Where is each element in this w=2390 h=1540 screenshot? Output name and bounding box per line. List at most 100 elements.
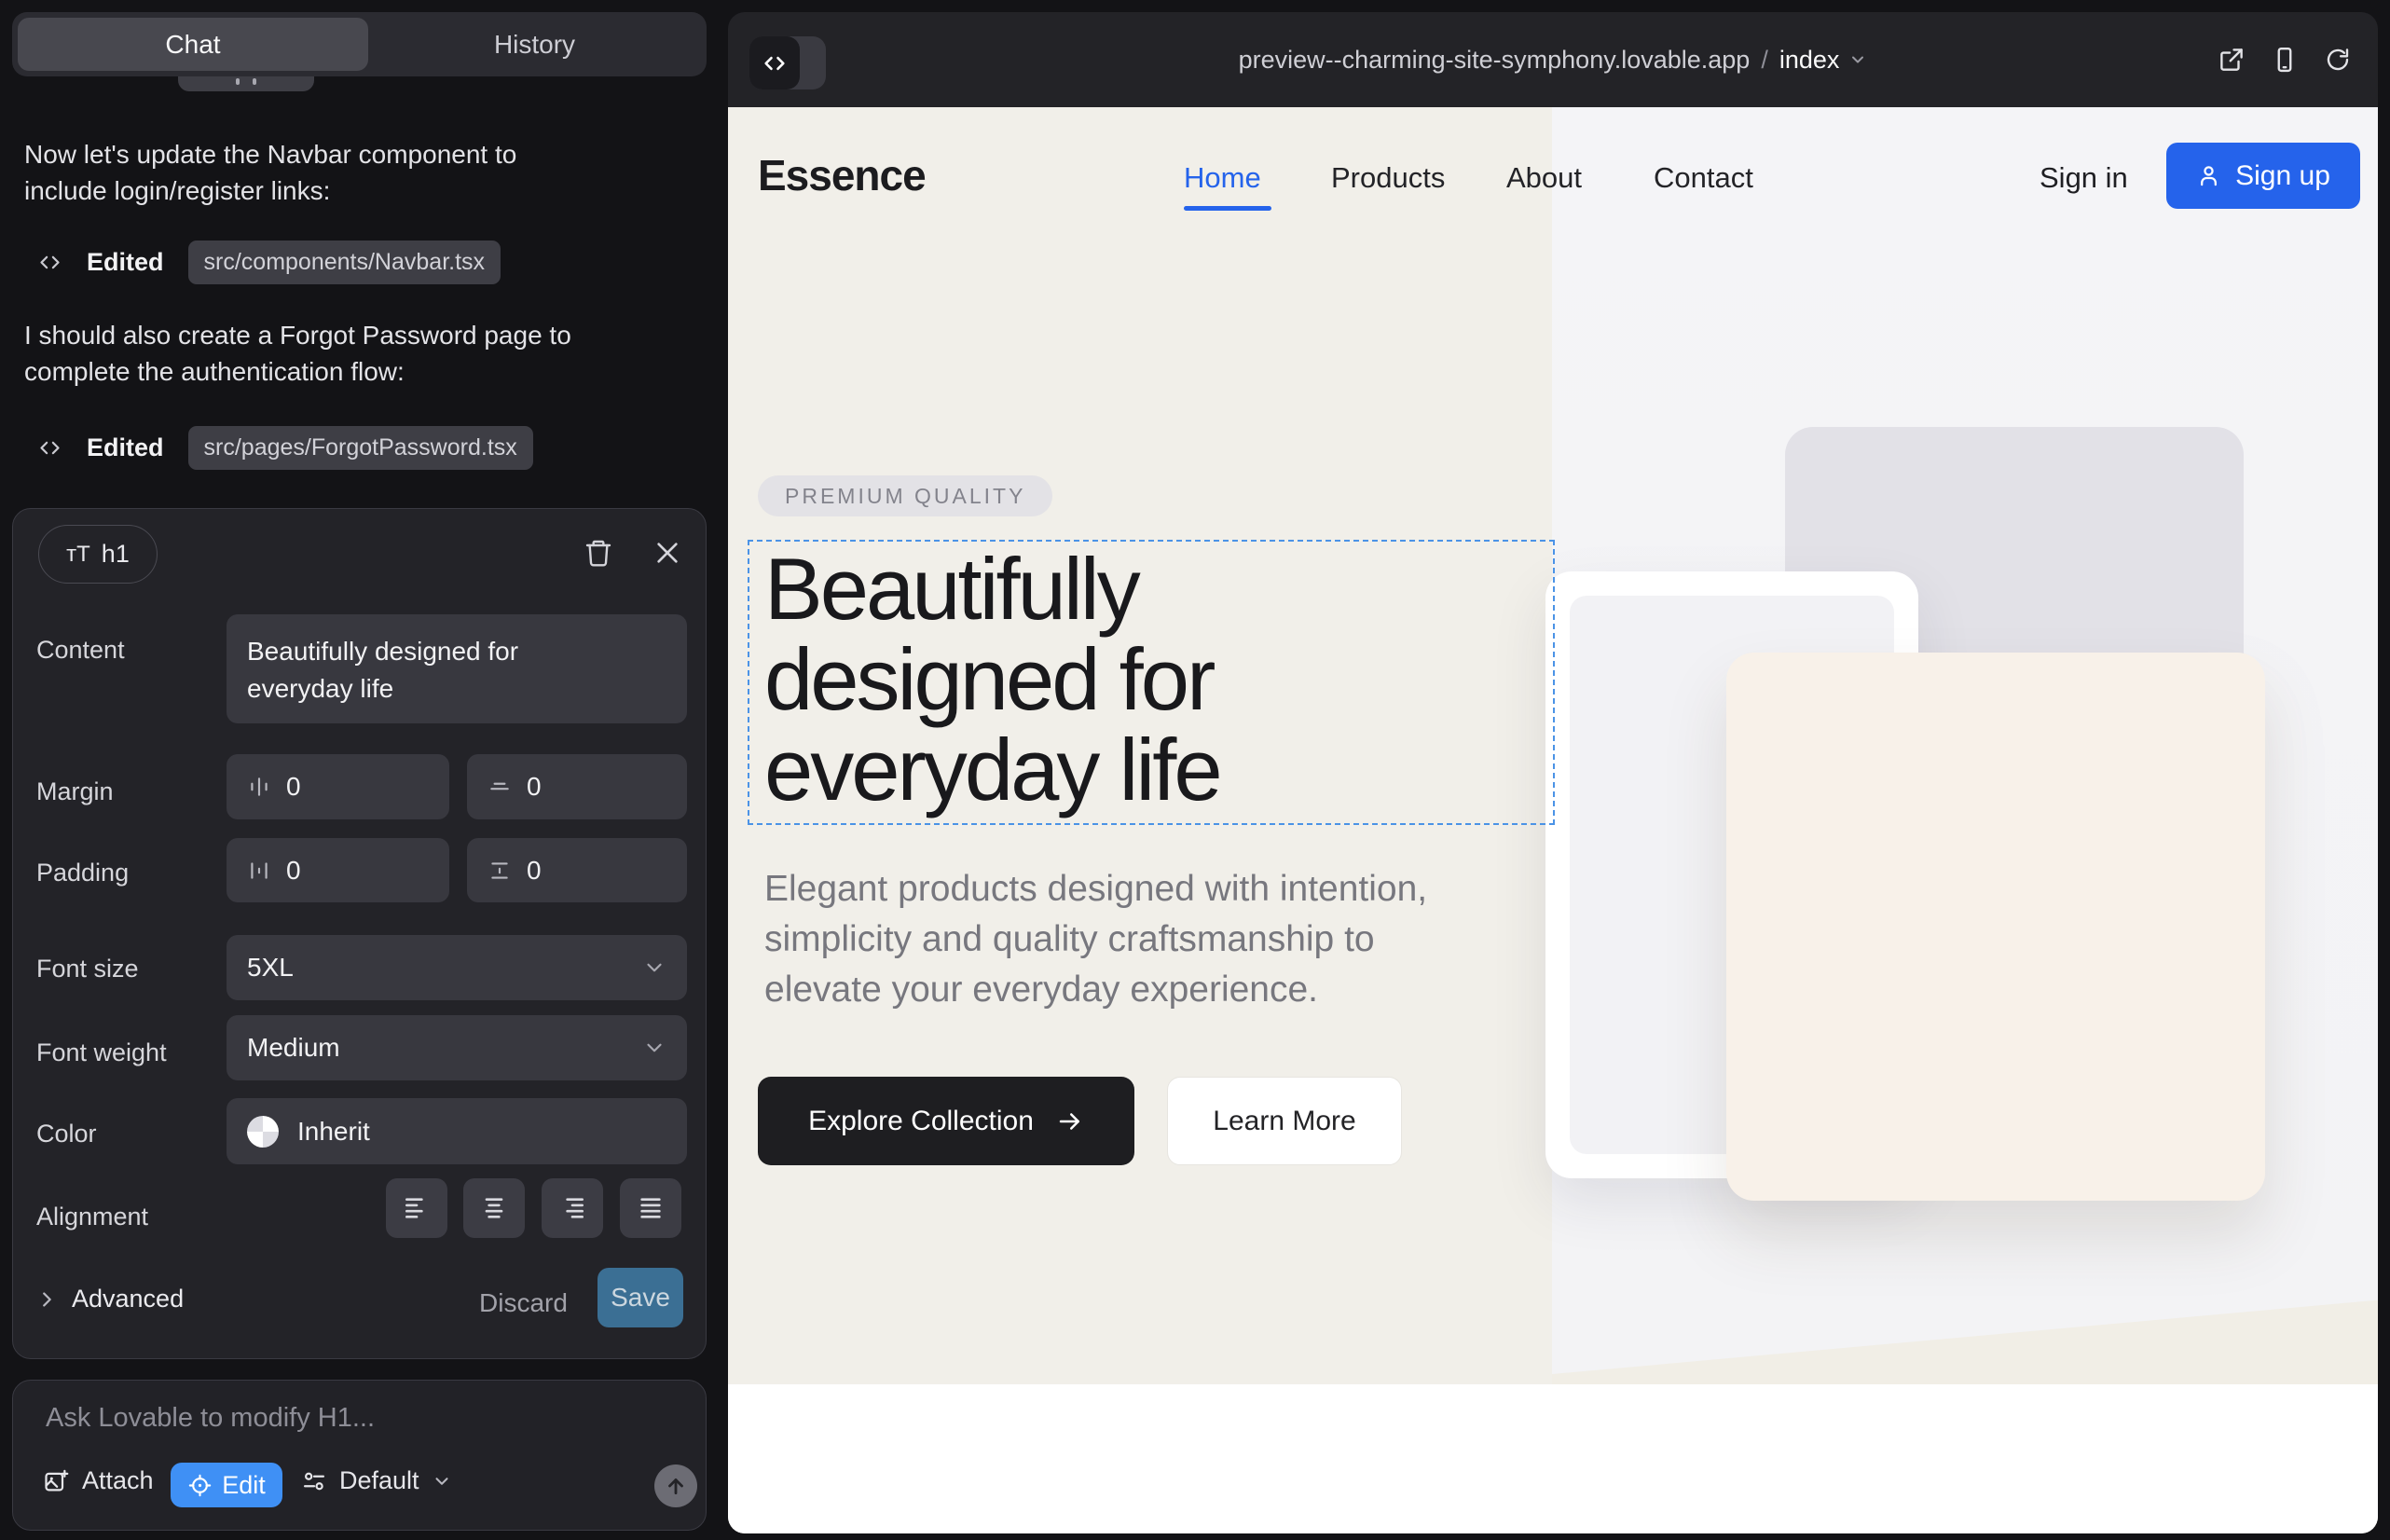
chat-message: I should also create a Forgot Password p…	[24, 317, 692, 390]
alignment-label: Alignment	[36, 1203, 148, 1231]
sign-in-link[interactable]: Sign in	[2040, 161, 2128, 195]
delete-element-button[interactable]	[584, 538, 613, 568]
element-tag-chip[interactable]: ᴛT h1	[38, 525, 158, 584]
preview-titlebar: preview--charming-site-symphony.lovable.…	[728, 12, 2378, 107]
mobile-view-icon[interactable]	[2271, 46, 2299, 74]
save-button[interactable]: Save	[598, 1268, 683, 1327]
content-label: Content	[36, 636, 125, 665]
font-size-select[interactable]: 5XL	[227, 935, 687, 1000]
color-swatch	[247, 1116, 279, 1148]
attach-image-icon	[43, 1468, 69, 1494]
send-button[interactable]	[654, 1464, 697, 1507]
close-icon[interactable]	[652, 538, 682, 568]
chat-composer: Ask Lovable to modify H1... Attach Edit …	[12, 1380, 707, 1531]
hero-heading[interactable]: Beautifully designed for everyday life	[764, 543, 1220, 815]
chat-history-tabbar: Chat History	[12, 12, 707, 76]
hero-description-line: simplicity and quality craftsmanship to	[764, 914, 1427, 965]
composer-input[interactable]: Ask Lovable to modify H1...	[46, 1403, 375, 1434]
advanced-expander[interactable]: Advanced	[36, 1285, 184, 1313]
explore-collection-button[interactable]: Explore Collection	[758, 1077, 1134, 1165]
nav-link-about[interactable]: About	[1506, 161, 1582, 195]
open-external-icon[interactable]	[2218, 46, 2246, 74]
tab-history[interactable]: History	[368, 18, 701, 71]
chat-message: Now let's update the Navbar component to…	[24, 136, 692, 209]
sign-up-button[interactable]: Sign up	[2166, 143, 2360, 209]
chevron-down-icon	[1848, 50, 1867, 69]
nav-link-products[interactable]: Products	[1331, 161, 1445, 195]
padding-horizontal-icon	[247, 859, 271, 883]
padding-y-value: 0	[527, 856, 542, 886]
scroll-pill-partial[interactable]	[178, 76, 314, 91]
element-editor-panel: ᴛT h1 Content Beautifully designed for e…	[12, 508, 707, 1359]
titlebar-actions	[2218, 12, 2352, 107]
padding-x-value: 0	[286, 856, 301, 886]
font-weight-value: Medium	[247, 1033, 340, 1063]
hero-heading-line: everyday life	[764, 724, 1220, 815]
padding-x-input[interactable]: 0	[227, 838, 449, 902]
align-right-button[interactable]	[542, 1178, 603, 1238]
site-logo[interactable]: Essence	[758, 150, 926, 200]
preview-browser-window: preview--charming-site-symphony.lovable.…	[728, 12, 2378, 1533]
edit-mode-button[interactable]: Edit	[171, 1463, 282, 1507]
color-label: Color	[36, 1120, 97, 1148]
sign-up-label: Sign up	[2235, 160, 2330, 192]
user-icon	[2196, 163, 2221, 188]
chat-message-line: Now let's update the Navbar component to	[24, 136, 692, 172]
code-icon	[37, 435, 62, 461]
active-nav-underline	[1184, 206, 1271, 211]
font-size-value: 5XL	[247, 953, 294, 983]
align-justify-button[interactable]	[620, 1178, 681, 1238]
sliders-icon	[301, 1468, 327, 1494]
hero-description-line: elevate your everyday experience.	[764, 965, 1427, 1015]
chevron-down-icon	[642, 1036, 666, 1060]
edited-file-row: Edited src/pages/ForgotPassword.tsx	[37, 426, 533, 469]
advanced-label: Advanced	[72, 1285, 184, 1313]
content-textarea[interactable]: Beautifully designed for everyday life	[227, 614, 687, 723]
align-center-button[interactable]	[463, 1178, 525, 1238]
attach-button[interactable]: Attach	[43, 1466, 154, 1495]
typography-icon: ᴛT	[66, 542, 90, 568]
discard-button[interactable]: Discard	[479, 1288, 568, 1318]
explore-collection-label: Explore Collection	[808, 1106, 1034, 1137]
padding-y-input[interactable]: 0	[467, 838, 687, 902]
nav-link-home[interactable]: Home	[1184, 161, 1261, 195]
url-separator: /	[1761, 46, 1768, 75]
align-left-button[interactable]	[386, 1178, 447, 1238]
hero-heading-line: designed for	[764, 634, 1220, 724]
chat-message-line: I should also create a Forgot Password p…	[24, 317, 692, 353]
color-value: Inherit	[297, 1117, 370, 1147]
refresh-icon[interactable]	[2324, 46, 2352, 74]
section-below-hero	[728, 1384, 2378, 1533]
hero-description: Elegant products designed with intention…	[764, 864, 1427, 1015]
chevron-down-icon	[642, 956, 666, 980]
mode-select[interactable]: Default	[301, 1466, 452, 1495]
margin-vertical-icon	[488, 775, 512, 799]
tab-chat[interactable]: Chat	[18, 18, 368, 71]
element-tag-label: h1	[102, 540, 130, 569]
url-page: index	[1779, 46, 1840, 75]
learn-more-label: Learn More	[1213, 1106, 1355, 1137]
premium-quality-badge: PREMIUM QUALITY	[758, 475, 1052, 516]
padding-label: Padding	[36, 859, 129, 887]
chat-message-line: complete the authentication flow:	[24, 353, 692, 390]
color-select[interactable]: Inherit	[227, 1098, 687, 1164]
file-pill[interactable]: src/pages/ForgotPassword.tsx	[188, 426, 533, 470]
learn-more-button[interactable]: Learn More	[1167, 1077, 1402, 1165]
font-weight-select[interactable]: Medium	[227, 1015, 687, 1080]
edited-file-row: Edited src/components/Navbar.tsx	[37, 241, 501, 283]
site-preview: Essence Home Products About Contact Sign…	[728, 107, 2378, 1533]
chevron-down-icon	[432, 1471, 452, 1492]
hero-description-line: Elegant products designed with intention…	[764, 864, 1427, 914]
margin-x-input[interactable]: 0	[227, 754, 449, 819]
margin-horizontal-icon	[247, 775, 271, 799]
margin-y-value: 0	[527, 772, 542, 802]
margin-y-input[interactable]: 0	[467, 754, 687, 819]
padding-vertical-icon	[488, 859, 512, 883]
chevron-right-icon	[36, 1289, 57, 1310]
url-breadcrumb[interactable]: preview--charming-site-symphony.lovable.…	[728, 12, 2378, 107]
font-weight-label: Font weight	[36, 1038, 167, 1067]
edited-label: Edited	[87, 433, 164, 462]
nav-link-contact[interactable]: Contact	[1654, 161, 1753, 195]
file-pill[interactable]: src/components/Navbar.tsx	[188, 241, 501, 284]
arrow-right-icon	[1056, 1107, 1084, 1135]
